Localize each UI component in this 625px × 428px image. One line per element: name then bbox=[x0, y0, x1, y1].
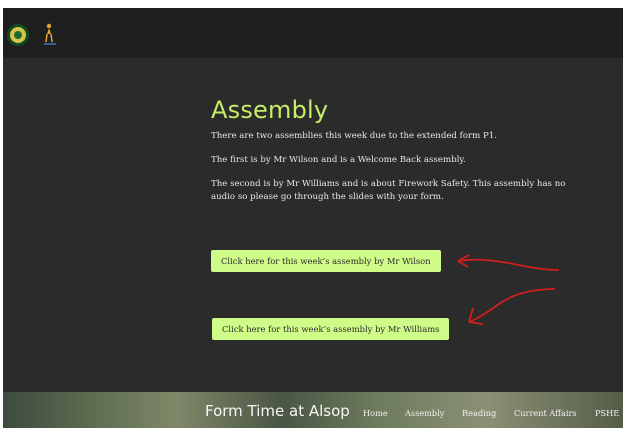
arrow-head-first bbox=[457, 254, 470, 268]
nav-reading[interactable]: Reading bbox=[462, 408, 496, 418]
page-frame: Assembly There are two assemblies this w… bbox=[3, 8, 623, 428]
wilson-assembly-button[interactable]: Click here for this week’s assembly by M… bbox=[211, 250, 441, 272]
first-assembly-paragraph: The first is by Mr Wilson and is a Welco… bbox=[211, 155, 466, 165]
arrow-to-second-button bbox=[468, 288, 556, 323]
nav-home[interactable]: Home bbox=[363, 408, 388, 418]
williams-assembly-button[interactable]: Click here for this week’s assembly by M… bbox=[212, 318, 450, 340]
arrow-head-second bbox=[468, 307, 484, 325]
intro-paragraph: There are two assemblies this week due t… bbox=[211, 131, 497, 141]
nav-current-affairs[interactable]: Current Affairs bbox=[514, 408, 577, 418]
figure-logo-icon[interactable] bbox=[39, 22, 79, 48]
nav-pshe[interactable]: PSHE bbox=[595, 408, 619, 418]
top-bar bbox=[3, 8, 623, 58]
page-title: Assembly bbox=[211, 96, 329, 124]
annotation-arrows bbox=[457, 254, 560, 325]
arrow-to-first-button bbox=[457, 258, 560, 271]
site-title[interactable]: Form Time at Alsop bbox=[205, 402, 350, 420]
assembly-section: Assembly There are two assemblies this w… bbox=[211, 96, 571, 215]
nav-assembly[interactable]: Assembly bbox=[405, 408, 444, 418]
second-assembly-paragraph: The second is by Mr Williams and is abou… bbox=[211, 179, 566, 202]
school-crest-icon[interactable] bbox=[7, 24, 29, 46]
